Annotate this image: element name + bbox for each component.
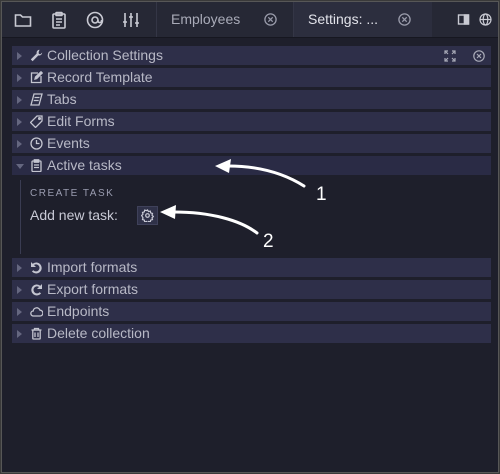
section-export-formats[interactable]: Export formats	[12, 280, 491, 299]
section-active-tasks[interactable]: Active tasks	[12, 156, 491, 175]
section-label: Record Template	[47, 69, 153, 85]
clock-icon	[30, 137, 43, 150]
section-label: Endpoints	[47, 303, 110, 319]
top-toolbar: Employees Settings: ...	[2, 2, 498, 38]
chevron-right-icon[interactable]	[17, 52, 22, 60]
layers-icon	[30, 93, 43, 106]
chevron-down-icon[interactable]	[16, 164, 24, 169]
chevron-right-icon[interactable]	[17, 330, 22, 338]
folder-icon[interactable]	[14, 11, 32, 29]
wrench-icon	[30, 49, 43, 62]
section-label: Edit Forms	[47, 113, 115, 129]
create-task-heading: CREATE TASK	[30, 188, 115, 199]
section-label: Active tasks	[47, 157, 122, 173]
chevron-right-icon[interactable]	[17, 264, 22, 272]
app-window: Employees Settings: ... Collection Setti…	[1, 1, 499, 473]
chevron-right-icon[interactable]	[17, 286, 22, 294]
section-delete-collection[interactable]: Delete collection	[12, 324, 491, 343]
close-icon[interactable]	[264, 13, 277, 26]
tab-label: Employees	[171, 11, 241, 27]
redo-icon	[30, 283, 43, 296]
chevron-right-icon[interactable]	[17, 140, 22, 148]
cloud-icon	[30, 305, 43, 318]
section-events[interactable]: Events	[12, 134, 491, 153]
add-new-task-label: Add new task:	[30, 207, 118, 223]
section-endpoints[interactable]: Endpoints	[12, 302, 491, 321]
close-icon[interactable]	[473, 50, 485, 62]
gear-icon	[141, 209, 154, 222]
section-edit-forms[interactable]: Edit Forms	[12, 112, 491, 131]
annotation-number-1: 1	[316, 184, 327, 205]
section-label: Export formats	[47, 281, 139, 297]
edit-icon	[30, 71, 43, 84]
chevron-right-icon[interactable]	[17, 118, 22, 126]
at-sign-icon[interactable]	[86, 11, 104, 29]
active-tasks-panel: CREATE TASK Add new task:	[12, 180, 491, 256]
clipboard-icon[interactable]	[50, 11, 68, 29]
annotation-number-2: 2	[263, 231, 274, 252]
clipboard-icon	[30, 159, 43, 172]
section-label: Events	[47, 135, 90, 151]
expand-icon[interactable]	[444, 50, 456, 62]
section-tabs[interactable]: Tabs	[12, 90, 491, 109]
chevron-right-icon[interactable]	[17, 308, 22, 316]
chevron-right-icon[interactable]	[17, 96, 22, 104]
tab-label: Settings: ...	[308, 11, 379, 27]
tab-settings[interactable]: Settings: ...	[293, 2, 432, 37]
globe-icon[interactable]	[479, 13, 492, 26]
section-import-formats[interactable]: Import formats	[12, 258, 491, 277]
add-task-button[interactable]	[137, 206, 158, 225]
section-label: Tabs	[47, 91, 77, 107]
divider	[20, 180, 21, 254]
section-collection-settings[interactable]: Collection Settings	[12, 46, 491, 65]
chevron-right-icon[interactable]	[17, 74, 22, 82]
section-label: Collection Settings	[47, 47, 163, 63]
undo-icon	[30, 261, 43, 274]
tab-employees[interactable]: Employees	[156, 2, 293, 37]
section-record-template[interactable]: Record Template	[12, 68, 491, 87]
close-icon[interactable]	[398, 13, 411, 26]
section-label: Delete collection	[47, 325, 150, 341]
sliders-icon[interactable]	[122, 11, 140, 29]
trash-icon	[30, 327, 43, 340]
tag-icon	[30, 115, 43, 128]
section-label: Import formats	[47, 259, 138, 275]
panel-toggle-icon[interactable]	[457, 13, 470, 26]
